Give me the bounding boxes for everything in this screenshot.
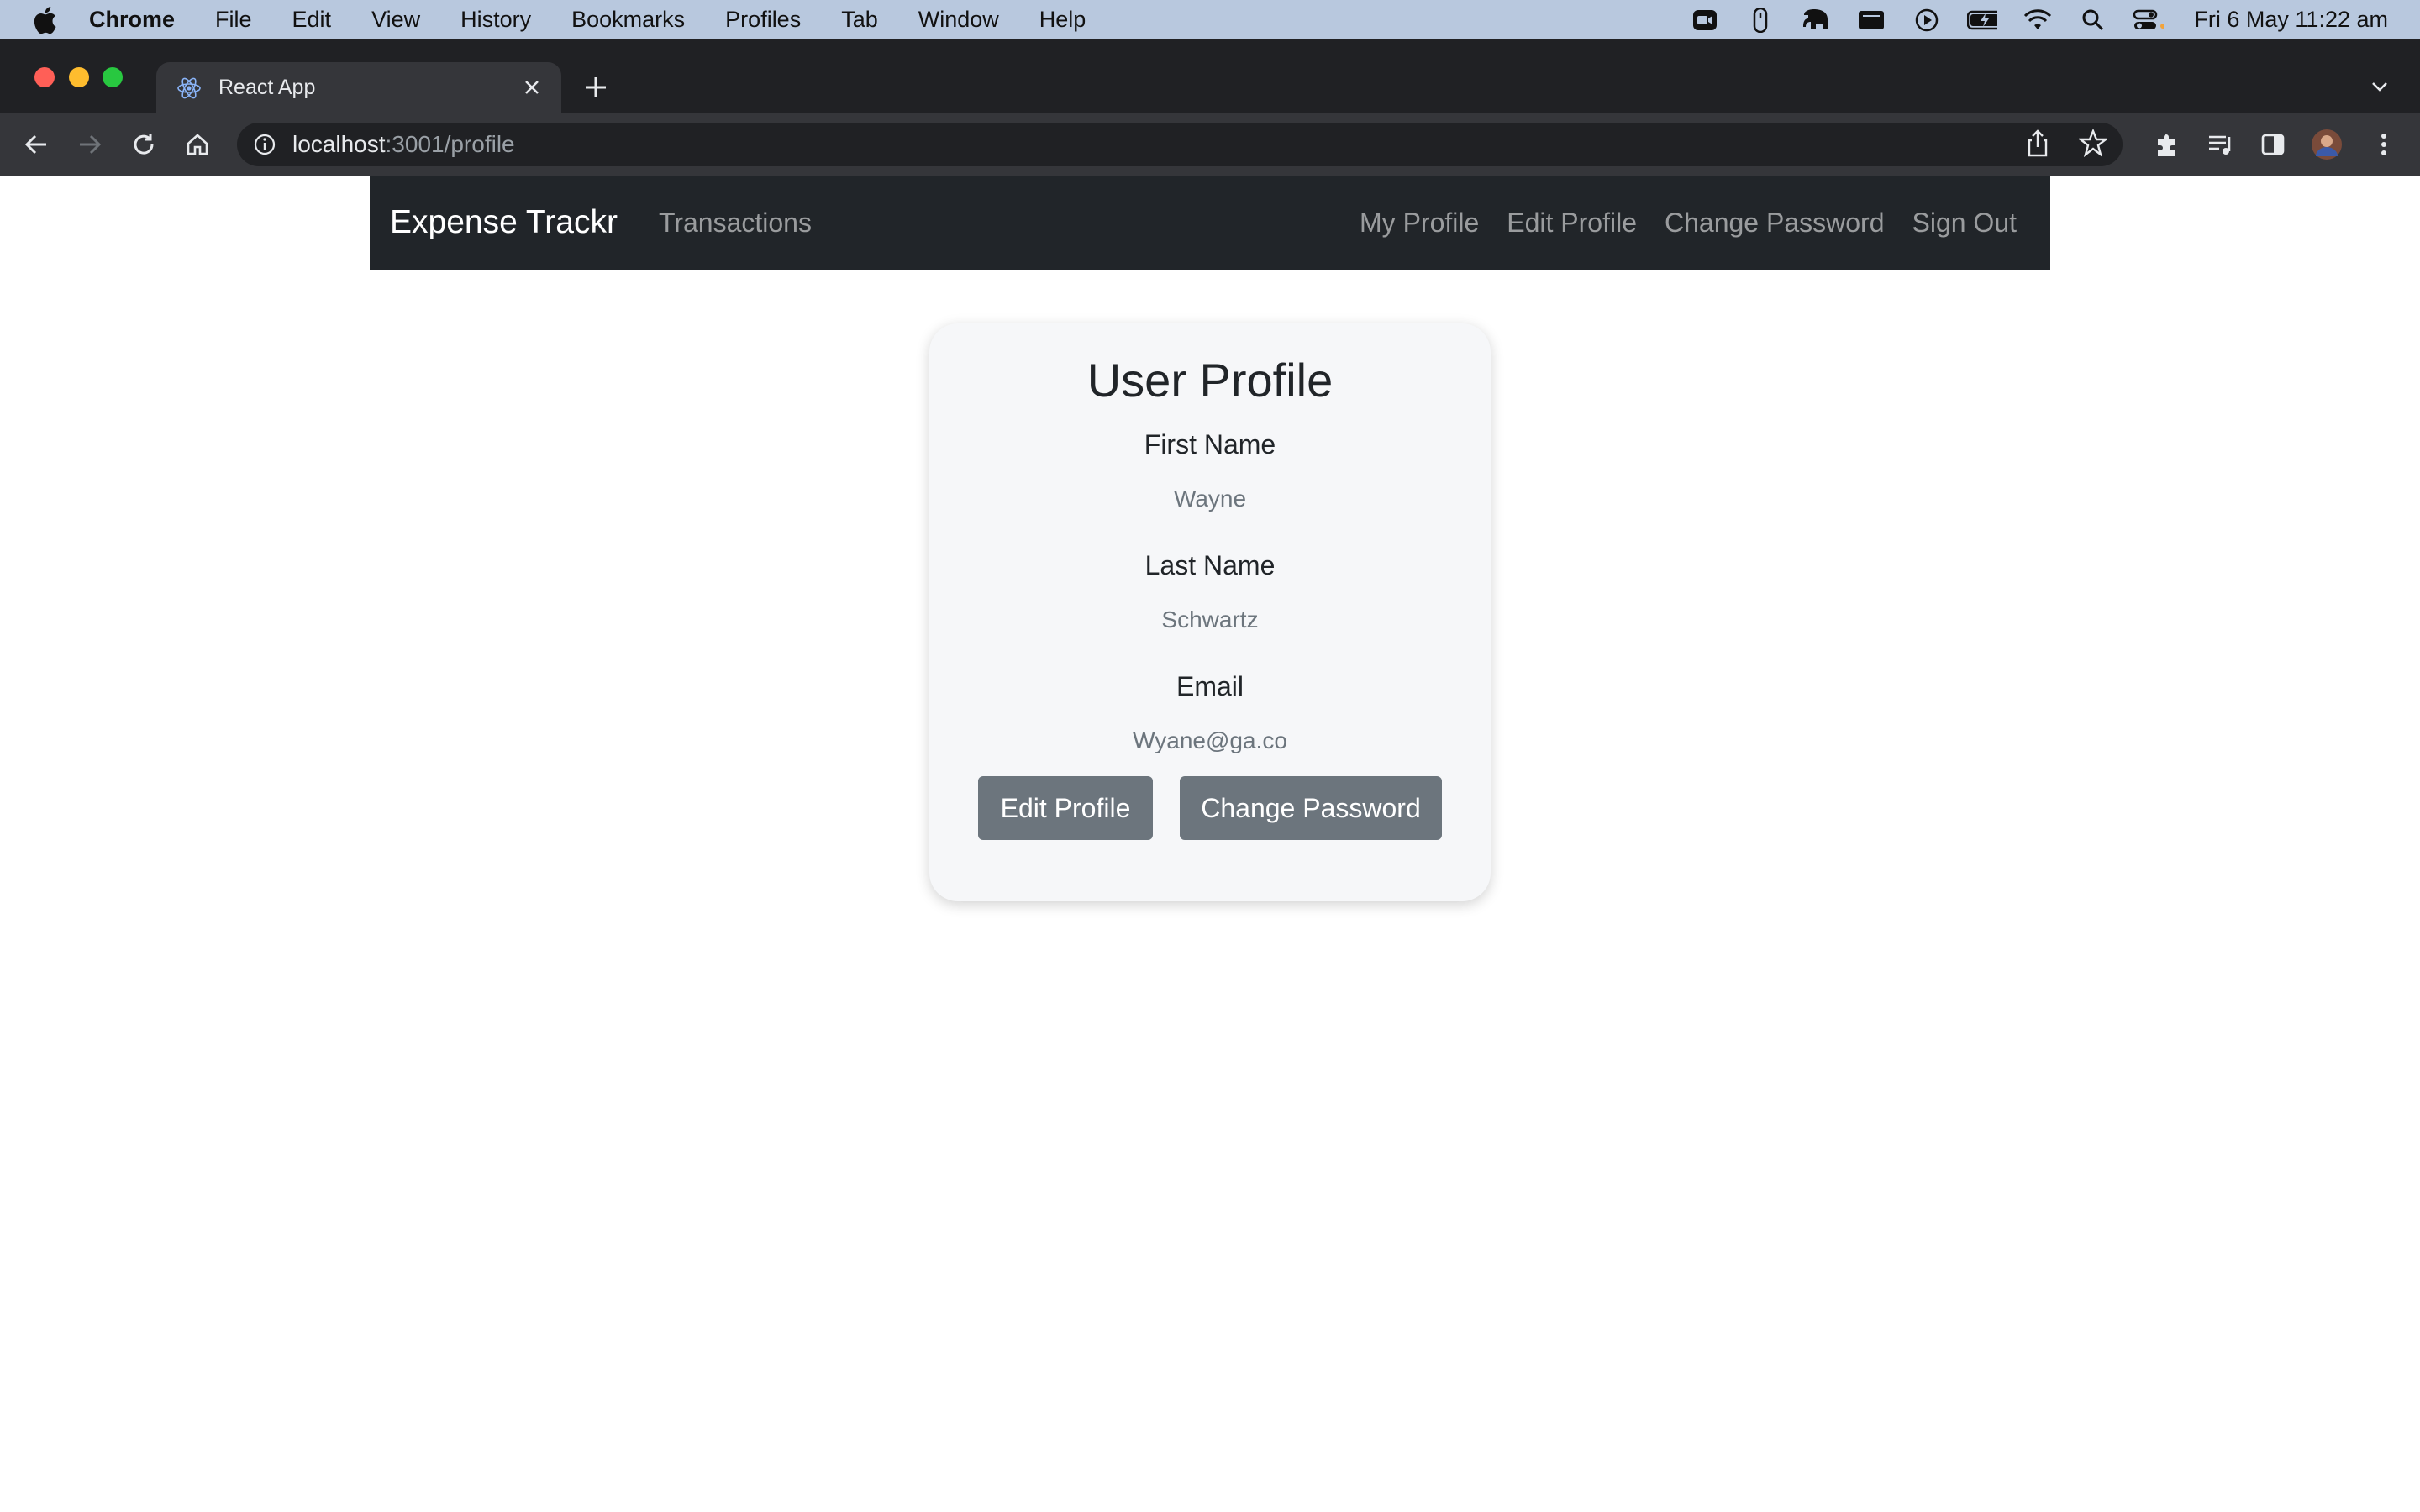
forward-arrow-icon[interactable] [74,129,106,160]
menu-edit[interactable]: Edit [272,7,352,33]
first-name-value: Wayne [1173,486,1247,512]
share-icon[interactable] [2025,129,2050,163]
browser-tab-active[interactable]: React App [156,62,561,113]
profile-card: User Profile First Name Wayne Last Name … [929,323,1491,901]
url-text[interactable]: localhost:3001/profile [292,131,515,158]
control-center-icon[interactable] [2133,8,2165,33]
change-password-button[interactable]: Change Password [1180,776,1442,840]
nav-link-my-profile[interactable]: My Profile [1360,207,1479,239]
menu-file[interactable]: File [195,7,272,33]
nav-link-sign-out[interactable]: Sign Out [1912,207,2017,239]
nav-link-transactions[interactable]: Transactions [659,207,812,239]
navbar-brand[interactable]: Expense Trackr [390,204,618,241]
window-maximize-button[interactable] [103,67,123,87]
nav-link-change-password[interactable]: Change Password [1665,207,1884,239]
first-name-label: First Name [1144,429,1276,459]
browser-toolbar: localhost:3001/profile [0,113,2420,176]
apple-icon[interactable] [32,6,57,34]
home-icon[interactable] [182,129,213,160]
window-close-button[interactable] [34,67,55,87]
menu-app-name[interactable]: Chrome [89,7,195,33]
nav-right-group: My Profile Edit Profile Change Password … [1360,176,2017,270]
browser-tab-strip: React App [0,39,2420,113]
back-arrow-icon[interactable] [20,129,52,160]
play-circle-icon[interactable] [1912,8,1942,33]
react-logo-icon [176,76,202,101]
spotlight-search-icon[interactable] [2078,8,2108,33]
web-page: Expense Trackr Transactions My Profile E… [0,176,2420,1512]
media-queue-icon[interactable] [2205,129,2237,160]
site-info-icon[interactable] [252,132,277,157]
wifi-icon[interactable] [2023,8,2053,33]
zoom-icon[interactable] [1690,8,1720,33]
menu-history[interactable]: History [440,7,551,33]
tab-title: React App [218,76,316,99]
status-area: Fri 6 May 11:22 am [1690,0,2388,39]
email-value: Wyane@ga.co [1133,727,1287,753]
app-navbar: Expense Trackr Transactions My Profile E… [370,176,2050,270]
battery-icon[interactable] [1967,8,1998,33]
last-name-value: Schwartz [1161,606,1259,633]
edit-profile-button[interactable]: Edit Profile [978,776,1153,840]
mouse-icon[interactable] [1745,7,1776,33]
clapper-icon[interactable] [1856,8,1886,33]
url-path: :3001/profile [385,131,515,157]
menu-window[interactable]: Window [898,7,1019,33]
menu-tab[interactable]: Tab [821,7,898,33]
url-host: localhost [292,131,386,157]
chrome-menu-icon[interactable] [2368,129,2400,160]
elephant-icon[interactable] [1801,8,1831,33]
last-name-label: Last Name [1144,550,1276,580]
menu-bookmarks[interactable]: Bookmarks [551,7,705,33]
new-tab-icon[interactable] [581,73,610,102]
reload-icon[interactable] [128,129,160,160]
nav-link-edit-profile[interactable]: Edit Profile [1507,207,1637,239]
tab-close-icon[interactable] [521,76,543,98]
menu-help[interactable]: Help [1019,7,1107,33]
menu-view[interactable]: View [351,7,440,33]
menu-profiles[interactable]: Profiles [705,7,821,33]
menu-clock[interactable]: Fri 6 May 11:22 am [2194,7,2388,33]
profile-title: User Profile [1086,354,1334,407]
tab-search-chevron-icon[interactable] [2368,75,2391,98]
address-bar[interactable]: localhost:3001/profile [237,123,2123,166]
window-minimize-button[interactable] [69,67,89,87]
email-label: Email [1176,671,1244,701]
macos-menu-bar: Chrome File Edit View History Bookmarks … [0,0,2420,39]
extensions-puzzle-icon[interactable] [2151,129,2183,160]
bookmark-star-icon[interactable] [2077,128,2109,163]
side-panel-icon[interactable] [2257,129,2289,160]
profile-avatar[interactable] [2311,129,2343,160]
